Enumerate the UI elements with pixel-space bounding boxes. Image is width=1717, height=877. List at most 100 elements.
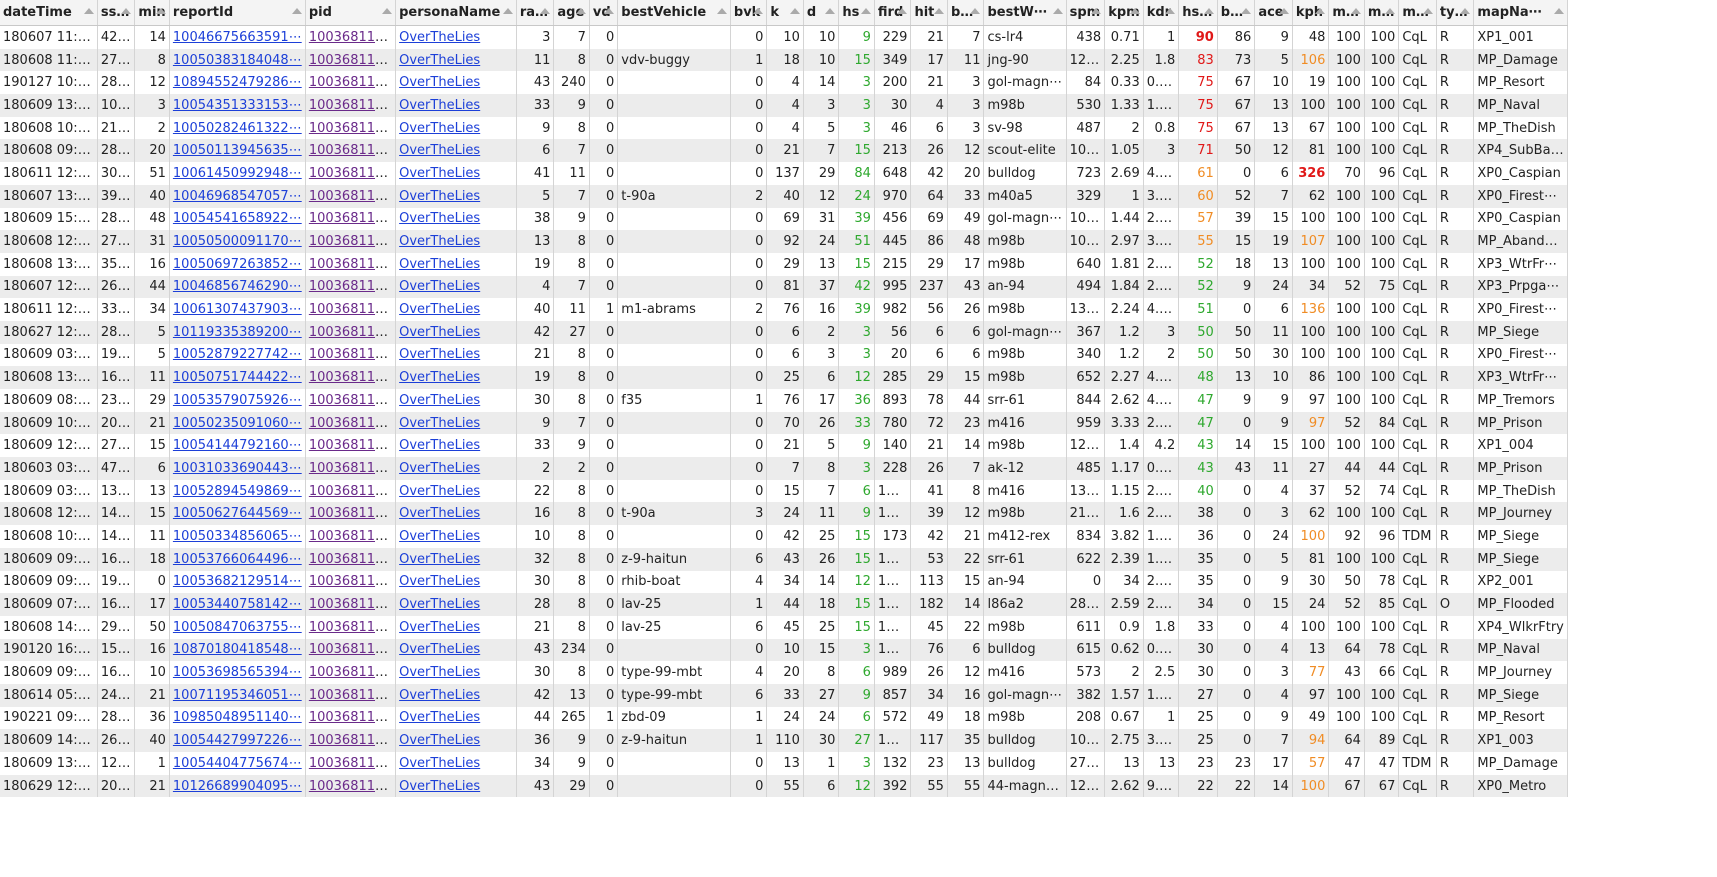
persona-link[interactable]: OverTheLies [399,665,480,680]
persona-link[interactable]: OverTheLies [399,756,480,771]
table-row[interactable]: 180608 10:41 2125 2 10050282461322⋯ 10036811… [0,116,1568,140]
persona-link[interactable]: OverTheLies [399,98,480,113]
persona-link[interactable]: OverTheLies [399,416,480,431]
column-header[interactable]: hs [838,0,875,26]
pid-link[interactable]: 100368113⋯ [309,642,395,657]
report-id-link[interactable]: 10050235091060⋯ [173,416,302,431]
persona-link[interactable]: OverTheLies [399,302,480,317]
table-row[interactable]: 180609 07:27 1601 17 10053440758142⋯ 1003681… [0,593,1568,616]
column-header[interactable]: bwhs [1217,0,1256,26]
pid-link[interactable]: 100368113⋯ [309,461,395,476]
report-id-link[interactable]: 10050847063755⋯ [173,620,302,635]
table-row[interactable]: 180609 09:10 1600 10 10053698565394⋯ 1003681… [0,661,1568,684]
persona-link[interactable]: OverTheLies [399,257,480,272]
pid-link[interactable]: 100368113⋯ [309,574,395,589]
report-id-link[interactable]: 10894552479286⋯ [173,75,302,90]
persona-link[interactable]: OverTheLies [399,143,480,158]
table-row[interactable]: 180609 09:09 1956 0 10053682129514⋯ 10036811… [0,570,1568,594]
pid-link[interactable]: 100368113⋯ [309,257,395,272]
pid-link[interactable]: 100368113⋯ [309,620,395,635]
column-header[interactable]: bestW⋯ [983,0,1067,26]
pid-link[interactable]: 100368113⋯ [309,756,395,771]
pid-link[interactable]: 100368113⋯ [309,347,395,362]
pid-link[interactable]: 100368113⋯ [309,53,395,68]
pid-link[interactable]: 100368113⋯ [309,166,395,181]
table-row[interactable]: 180611 12:03 3358 34 10061307437903⋯ 1003681… [0,298,1568,321]
table-row[interactable]: 180614 05:17 2493 21 10071195346051⋯ 1003681… [0,683,1568,707]
report-id-link[interactable]: 10053440758142⋯ [173,597,302,612]
table-row[interactable]: 180609 10:22 2095 21 10050235091060⋯ 1003681… [0,411,1568,435]
report-id-link[interactable]: 10031033690443⋯ [173,461,302,476]
report-id-link[interactable]: 10050282461322⋯ [173,121,302,136]
column-header[interactable]: bwk [947,0,985,26]
pid-link[interactable]: 100368113⋯ [309,30,395,45]
persona-link[interactable]: OverTheLies [399,121,480,136]
report-id-link[interactable]: 10052894549869⋯ [173,484,302,499]
table-row[interactable]: 180608 13:40 1649 11 10050751744422⋯ 1003681… [0,366,1568,389]
report-id-link[interactable]: 10126689904095⋯ [173,779,302,794]
column-header[interactable]: max [1328,0,1365,26]
persona-link[interactable]: OverTheLies [399,211,480,226]
pid-link[interactable]: 100368113⋯ [309,665,395,680]
report-id-link[interactable]: 10052879227742⋯ [173,347,302,362]
report-id-link[interactable]: 10053766064496⋯ [173,552,302,567]
persona-link[interactable]: OverTheLies [399,393,480,408]
table-row[interactable]: 180608 14:40 2997 50 10050847063755⋯ 1003681… [0,615,1568,639]
table-row[interactable]: 180609 12:27 2788 15 10054144792160⋯ 1003681… [0,434,1568,458]
pid-link[interactable]: 100368113⋯ [309,552,395,567]
report-id-link[interactable]: 10053682129514⋯ [173,574,302,589]
table-row[interactable]: 180609 08:36 2392 29 10053579075926⋯ 1003681… [0,389,1568,412]
report-id-link[interactable]: 10054351333153⋯ [173,98,302,113]
persona-link[interactable]: OverTheLies [399,166,480,181]
pid-link[interactable]: 100368113⋯ [309,143,395,158]
column-header[interactable]: hit [910,0,948,26]
table-row[interactable]: 180607 13:14 3904 40 10046968547057⋯ 1003681… [0,184,1568,208]
persona-link[interactable]: OverTheLies [399,325,480,340]
column-header[interactable]: min [134,0,170,26]
table-row[interactable]: 180609 03:50 1917 5 10052879227742⋯ 10036811… [0,343,1568,367]
column-header[interactable]: type [1436,0,1475,26]
pid-link[interactable]: 100368113⋯ [309,779,395,794]
table-row[interactable]: 180608 11:32 2723 8 10050383184048⋯ 10036811… [0,48,1568,72]
table-row[interactable]: 180607 11:24 4254 14 10046675663591⋯ 1003681… [0,25,1568,49]
report-id-link[interactable]: 10050334856065⋯ [173,529,302,544]
persona-link[interactable]: OverTheLies [399,506,480,521]
report-id-link[interactable]: 10046675663591⋯ [173,30,302,45]
table-row[interactable]: 180627 12:13 2889 5 10119335389200⋯ 10036811… [0,320,1568,344]
persona-link[interactable]: OverTheLies [399,30,480,45]
pid-link[interactable]: 100368113⋯ [309,211,395,226]
column-header[interactable]: mapNa⋯ [1473,0,1568,26]
column-header[interactable]: kpm [1104,0,1144,26]
column-header[interactable]: dateTime [0,0,98,26]
table-row[interactable]: 180607 12:08 2601 44 10046856746290⋯ 1003681… [0,275,1568,299]
column-header[interactable]: fird [874,0,912,26]
persona-link[interactable]: OverTheLies [399,642,480,657]
report-id-link[interactable]: 10053579075926⋯ [173,393,302,408]
report-id-link[interactable]: 10050697263852⋯ [173,257,302,272]
table-row[interactable]: 190221 09:37 2858 36 10985048951140⋯ 1003681… [0,706,1568,730]
pid-link[interactable]: 100368113⋯ [309,302,395,317]
column-header[interactable]: hskr [1178,0,1218,26]
report-id-link[interactable]: 10054144792160⋯ [173,438,302,453]
column-header[interactable]: ssss [97,0,136,26]
table-row[interactable]: 180629 12:41 2040 21 10126689904095⋯ 1003681… [0,774,1568,798]
table-row[interactable]: 180609 14:17 2645 40 10054427997226⋯ 1003681… [0,729,1568,752]
column-header[interactable]: d [803,0,840,26]
column-header[interactable]: kdr [1143,0,1180,26]
pid-link[interactable]: 100368113⋯ [309,529,395,544]
table-row[interactable]: 180608 13:49 3502 16 10050697263852⋯ 1003681… [0,252,1568,276]
table-row[interactable]: 180611 12:55 3048 51 10061450992948⋯ 1003681… [0,162,1568,185]
report-id-link[interactable]: 10071195346051⋯ [173,688,302,703]
pid-link[interactable]: 100368113⋯ [309,733,395,748]
persona-link[interactable]: OverTheLies [399,574,480,589]
pid-link[interactable]: 100368113⋯ [309,325,395,340]
table-row[interactable]: 180608 12:19 2786 31 10050500091170⋯ 1003681… [0,230,1568,253]
pid-link[interactable]: 100368113⋯ [309,416,395,431]
persona-link[interactable]: OverTheLies [399,75,480,90]
table-row[interactable]: 180609 15:06 2869 48 10054541658922⋯ 1003681… [0,207,1568,231]
report-id-link[interactable]: 10054427997226⋯ [173,733,302,748]
pid-link[interactable]: 100368113⋯ [309,393,395,408]
column-header[interactable]: personaName [395,0,517,26]
report-id-link[interactable]: 10050500091170⋯ [173,234,302,249]
persona-link[interactable]: OverTheLies [399,779,480,794]
